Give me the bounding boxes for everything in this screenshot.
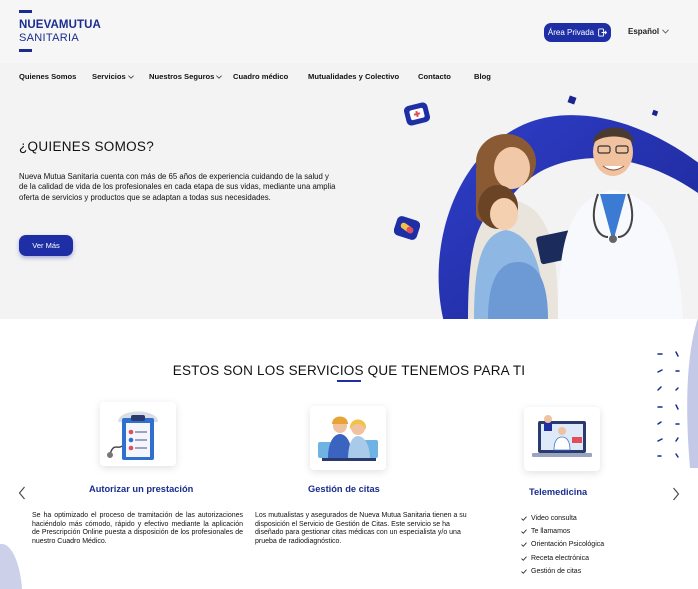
nav-item-label: Mutualidades y Colectivo [308,72,400,81]
nav-item-label: Quienes Somos [19,72,77,81]
nav-item-contacto[interactable]: Contacto [418,72,451,81]
check-icon [521,556,527,561]
nav-item-label: Blog [474,72,491,81]
services-title: ESTOS SON LOS SERVICIOS QUE TENEMOS PARA… [172,363,526,378]
list-item-label: Receta electrónica [531,554,589,562]
logo-line1: NUEVAMUTUA [19,19,101,31]
nav-item-cuadro-medico[interactable]: Cuadro médico [233,72,288,81]
list-item-label: Orientación Psicológica [531,541,605,549]
chevron-down-icon [662,29,669,34]
nav-item-mutualidades[interactable]: Mutualidades y Colectivo [308,72,399,81]
decorative-corner-shape [0,543,22,589]
list-item: Receta electrónica [521,552,604,565]
list-item-label: Gestión de citas [531,567,582,575]
list-item-label: Te llamamos [531,528,571,536]
chevron-down-icon [216,74,223,79]
clipboard-icon [107,411,158,460]
gestion-citas-title[interactable]: Gestión de citas [308,484,380,494]
hero-section: ¿QUIENES SOMOS? Nueva Mutua Sanitaria cu… [0,88,698,319]
laptop-doctor-icon [532,415,592,457]
nav-item-blog[interactable]: Blog [474,72,491,81]
autorizar-icon-card [100,402,176,466]
logo-bar-bottom [19,49,32,52]
first-aid-kit-icon [404,102,430,126]
check-icon [521,529,527,535]
gestion-citas-icon-card [310,406,386,470]
check-icon [521,569,527,574]
nav-item-quienes-somos[interactable]: Quienes Somos [19,72,76,81]
list-item: Orientación Psicológica [521,538,604,551]
family-doctor-image [468,127,683,319]
autorizar-text: Se ha optimizado el proceso de tramitaci… [32,512,243,545]
telemedicina-title[interactable]: Telemedicina [529,487,587,497]
chevron-left-icon[interactable] [18,486,26,500]
telemedicina-list: Video consulta Te llamamos Orientación P… [521,512,604,578]
pill-icon [394,216,420,240]
area-privada-label: Área Privada [547,28,595,37]
area-privada-button[interactable]: Área Privada [544,23,611,42]
decorative-side-shape [687,318,698,468]
list-item: Video consulta [521,512,604,525]
decorative-square [567,95,577,105]
autorizar-title[interactable]: Autorizar un prestación [89,484,193,494]
nav-item-label: Nuestros Seguros [149,72,215,81]
check-icon [521,542,527,548]
site-header: NUEVAMUTUA SANITARIA Área Privada Españo… [0,0,698,63]
language-selector[interactable]: Español [628,27,669,36]
gestion-citas-text: Los mutualistas y asegurados de Nueva Mu… [255,512,467,545]
nav-item-nuestros-seguros[interactable]: Nuestros Seguros [149,72,223,81]
nav-item-label: Cuadro médico [233,72,289,81]
logo[interactable]: NUEVAMUTUA SANITARIA [19,10,109,54]
list-item-label: Video consulta [531,515,577,523]
nav-item-servicios[interactable]: Servicios [92,72,134,81]
telemedicina-icon-card [524,407,600,471]
main-nav: Quienes Somos Servicios Nuestros Seguros… [0,63,698,88]
hero-text: Nueva Mutua Sanitaria cuenta con más de … [19,172,336,202]
chevron-down-icon [127,74,134,79]
list-item: Gestión de citas [521,565,604,578]
title-underline [337,380,361,382]
hero-title: ¿QUIENES SOMOS? [19,139,155,154]
language-label: Español [628,27,660,36]
decorative-square [651,109,659,117]
nav-item-label: Contacto [418,72,451,81]
list-item: Te llamamos [521,525,604,538]
appointment-icon [318,416,378,461]
logo-line2: SANITARIA [19,32,79,44]
ver-mas-button[interactable]: Ver Más [19,235,73,256]
check-icon [521,516,527,521]
nav-item-label: Servicios [92,72,126,81]
chevron-right-icon[interactable] [672,487,680,501]
logo-bar-top [19,10,32,13]
logout-icon [598,28,608,37]
